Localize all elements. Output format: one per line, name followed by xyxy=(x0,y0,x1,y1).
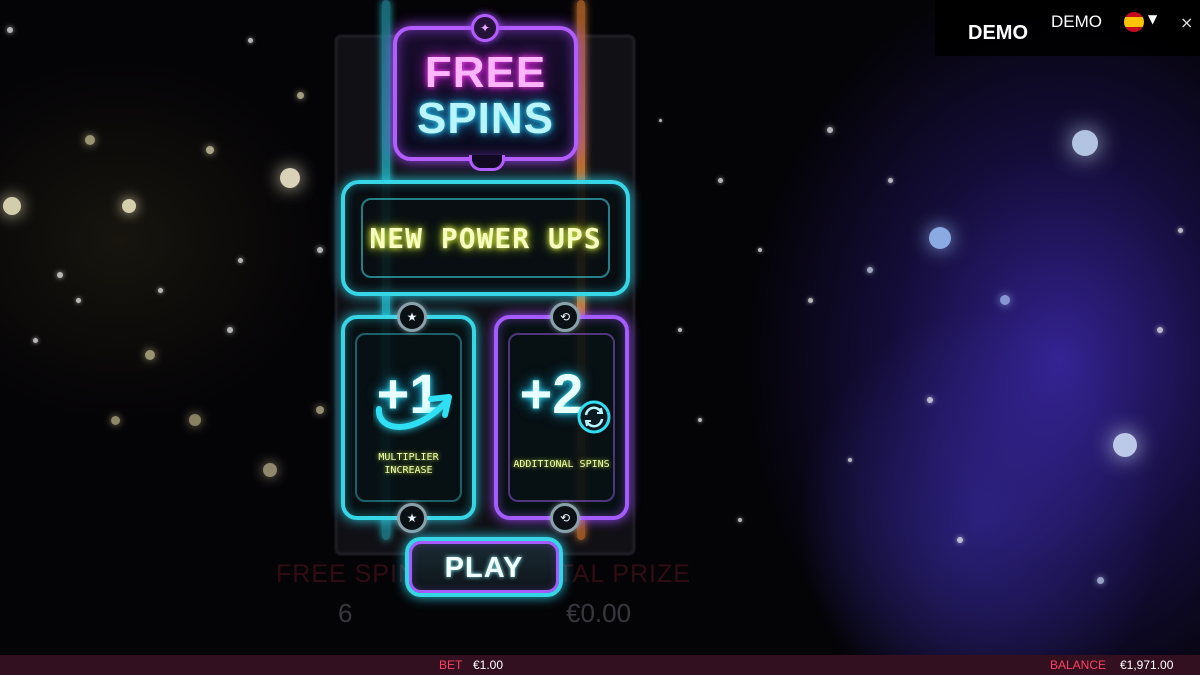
star-particle xyxy=(296,91,304,99)
star-particle xyxy=(1072,130,1098,156)
cycle-icon: ⟲ xyxy=(550,503,580,533)
star-particle xyxy=(658,118,662,122)
game-stage: FREE SPINS 6 TOTAL PRIZE €0.00 ✦ FREE SP… xyxy=(0,0,1200,675)
multiplier-label-line1: MULTIPLIER xyxy=(378,452,439,463)
star-particle xyxy=(758,248,762,252)
star-particle xyxy=(316,406,324,414)
logo-text-free: FREE xyxy=(424,48,547,97)
star-particle xyxy=(929,227,951,249)
play-button-label: PLAY xyxy=(444,552,524,584)
chevron-down-icon[interactable]: ▼ xyxy=(1148,12,1157,26)
multiplier-label: MULTIPLIER INCREASE xyxy=(345,451,472,477)
stars-icon: ★ xyxy=(397,503,427,533)
star-particle xyxy=(957,537,963,543)
arrow-up-icon xyxy=(376,394,452,430)
star-particle xyxy=(1096,576,1104,584)
star-particle xyxy=(887,177,893,183)
stars-icon: ★ xyxy=(397,302,427,332)
star-particle xyxy=(263,463,277,477)
star-particle xyxy=(157,287,163,293)
star-particle xyxy=(698,418,702,422)
cycle-icon: ⟲ xyxy=(550,302,580,332)
star-particle xyxy=(189,414,201,426)
multiplier-label-line2: INCREASE xyxy=(384,465,433,476)
star-particle xyxy=(807,297,813,303)
demo-badge: DEMO xyxy=(968,22,1028,44)
star-particle xyxy=(280,168,300,188)
star-particle xyxy=(1157,327,1163,333)
star-particle xyxy=(317,247,323,253)
star-particle xyxy=(927,397,933,403)
cycle-icon xyxy=(577,400,611,434)
multiplier-powerup-card: ★ +1 MULTIPLIER INCREASE ★ xyxy=(341,302,476,533)
play-button[interactable]: PLAY xyxy=(405,537,563,597)
additional-spins-powerup-card: ⟲ +2 ADDITIONAL SPINS ⟲ xyxy=(494,302,629,533)
bottom-status-bar xyxy=(0,655,1200,675)
star-particle xyxy=(738,518,742,522)
panel-title: NEW POWER UPS xyxy=(369,222,602,255)
star-emblem-icon: ✦ xyxy=(471,14,499,42)
free-spins-logo: ✦ FREE SPINS xyxy=(393,14,578,171)
star-particle xyxy=(1177,227,1183,233)
demo-mode-label: DEMO xyxy=(1051,12,1102,31)
star-particle xyxy=(7,27,13,33)
star-particle xyxy=(848,458,852,462)
star-particle xyxy=(1000,295,1010,305)
additional-spins-label-line1: ADDITIONAL SPINS xyxy=(513,459,610,470)
star-particle xyxy=(122,199,136,213)
close-icon[interactable]: × xyxy=(1180,15,1193,31)
star-particle xyxy=(206,146,214,154)
bet-label: BET xyxy=(439,658,463,672)
star-particle xyxy=(145,350,155,360)
free-spins-count: 6 xyxy=(338,598,353,628)
star-particle xyxy=(57,272,63,278)
additional-spins-label: ADDITIONAL SPINS xyxy=(498,458,625,471)
star-particle xyxy=(110,415,120,425)
star-particle xyxy=(827,127,833,133)
star-particle xyxy=(32,337,38,343)
logo-text-spins: SPINS xyxy=(416,94,555,143)
logo-notch xyxy=(469,155,505,171)
star-particle xyxy=(227,327,233,333)
balance-label: BALANCE xyxy=(1050,658,1107,672)
star-particle xyxy=(717,177,723,183)
new-power-ups-panel: NEW POWER UPS xyxy=(341,180,630,296)
star-particle xyxy=(237,257,243,263)
star-particle xyxy=(85,135,95,145)
star-particle xyxy=(3,197,21,215)
total-prize-value: €0.00 xyxy=(566,598,632,628)
balance-value: €1,971.00 xyxy=(1120,658,1174,672)
star-particle xyxy=(75,297,81,303)
star-particle xyxy=(867,267,873,273)
spain-flag-icon[interactable] xyxy=(1124,12,1144,32)
star-particle xyxy=(678,328,682,332)
star-particle xyxy=(1113,433,1137,457)
bet-value[interactable]: €1.00 xyxy=(473,658,503,672)
star-particle xyxy=(247,37,253,43)
